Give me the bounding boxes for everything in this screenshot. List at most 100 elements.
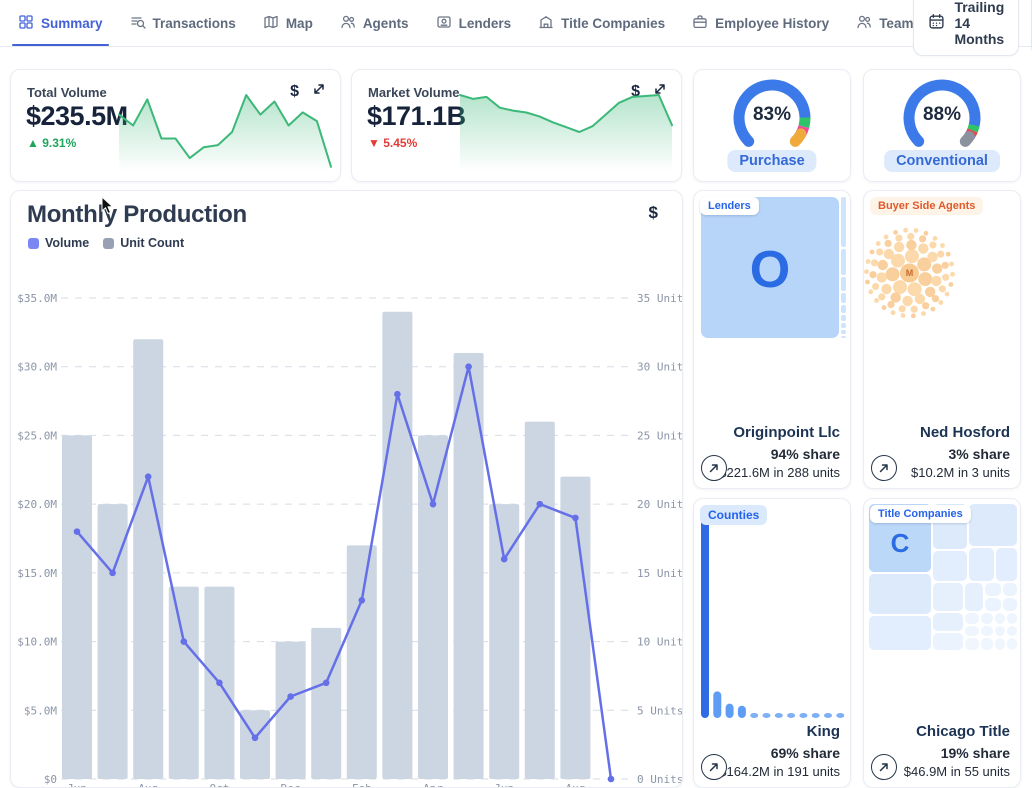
county-bar-5[interactable]	[763, 713, 771, 718]
unit-count-point-12[interactable]	[501, 556, 508, 563]
market-volume-card: Market Volume $171.1B ▼ 5.45% $	[351, 69, 682, 182]
nav-tab-employee-history[interactable]: Employee History	[692, 0, 829, 46]
lender-share: 94% share	[719, 444, 840, 464]
unit-count-point-3[interactable]	[181, 638, 188, 645]
svg-text:25 Units: 25 Units	[637, 429, 683, 442]
nav-tab-title-companies[interactable]: Title Companies	[538, 0, 665, 46]
unit-count-point-13[interactable]	[537, 501, 544, 508]
volume-bar-feb-8[interactable]	[347, 545, 377, 779]
title-companies-treemap[interactable]: C	[869, 504, 1017, 650]
volume-bar-apr-10[interactable]	[418, 435, 448, 779]
lenders-treemap[interactable]: O	[701, 197, 846, 338]
unit-count-point-6[interactable]	[287, 693, 294, 700]
unit-count-point-15[interactable]	[608, 776, 615, 783]
volume-swatch	[28, 238, 39, 249]
legend-unit-count[interactable]: Unit Count	[103, 236, 184, 250]
unit-count-point-1[interactable]	[109, 570, 116, 577]
unit-count-swatch	[103, 238, 114, 249]
kpi-value: $171.1B	[367, 101, 466, 132]
map-icon	[263, 14, 279, 33]
county-bar-9[interactable]	[812, 713, 820, 718]
unit-count-point-7[interactable]	[323, 680, 330, 687]
volume-bar-aug-2[interactable]	[133, 339, 163, 779]
volume-bar-jun-12[interactable]	[489, 504, 519, 779]
county-name: King	[719, 721, 840, 743]
counties-bar-chart[interactable]	[701, 505, 847, 722]
svg-text:0 Units: 0 Units	[637, 773, 683, 786]
total-volume-card: Total Volume $235.5M ▲ 9.31% $	[10, 69, 341, 182]
date-range-button[interactable]: Trailing 14 Months	[913, 0, 1019, 56]
unit-count-point-11[interactable]	[465, 363, 472, 370]
nav-tab-team[interactable]: Team	[856, 0, 913, 46]
unit-count-point-14[interactable]	[572, 515, 579, 522]
unit-count-point-4[interactable]	[216, 680, 223, 687]
nav-actions: Trailing 14 Months Filters	[913, 0, 1032, 56]
volume-bar-jun-0[interactable]	[62, 435, 92, 779]
county-bar-1[interactable]	[713, 691, 721, 718]
county-bar-3[interactable]	[738, 706, 746, 718]
title-company-name: Chicago Title	[904, 721, 1010, 743]
unit-count-point-0[interactable]	[74, 528, 81, 535]
unit-count-point-2[interactable]	[145, 473, 152, 480]
svg-text:$5.0M: $5.0M	[24, 704, 57, 717]
lenders-icon	[436, 14, 452, 33]
svg-text:$25.0M: $25.0M	[17, 429, 57, 442]
counties-open-button[interactable]	[701, 754, 727, 780]
county-bar-7[interactable]	[787, 713, 795, 718]
legend-volume[interactable]: Volume	[28, 236, 89, 250]
briefcase-icon	[692, 14, 708, 33]
arrow-up-right-icon	[878, 761, 890, 773]
unit-count-point-5[interactable]	[252, 734, 259, 741]
svg-text:$15.0M: $15.0M	[17, 567, 57, 580]
county-bar-6[interactable]	[775, 713, 783, 718]
svg-text:Feb: Feb	[352, 782, 372, 788]
svg-text:$20.0M: $20.0M	[17, 498, 57, 511]
svg-text:35 Units: 35 Units	[637, 292, 683, 305]
svg-text:$10.0M: $10.0M	[17, 636, 57, 649]
title-companies-panel: C Title Companies Chicago Title 19% shar…	[863, 498, 1021, 788]
county-bar-2[interactable]	[726, 704, 734, 718]
nav-tab-transactions[interactable]: Transactions	[130, 0, 236, 46]
county-bar-0[interactable]	[701, 513, 709, 718]
volume-bar-jan-7[interactable]	[311, 628, 341, 779]
lenders-open-button[interactable]	[701, 455, 727, 481]
lender-name: Originpoint Llc	[719, 422, 840, 444]
nav-tab-agents[interactable]: Agents	[340, 0, 409, 46]
unit-count-point-9[interactable]	[394, 391, 401, 398]
volume-bar-mar-9[interactable]	[382, 312, 412, 779]
monthly-production-card: Monthly Production Volume Unit Count $ $…	[10, 190, 683, 788]
building-icon	[538, 14, 554, 33]
gauge-value: 88%	[864, 104, 1020, 126]
kpi-value: $235.5M	[26, 101, 128, 132]
unit-count-point-8[interactable]	[359, 597, 366, 604]
volume-bar-jul-13[interactable]	[525, 422, 555, 779]
date-range-label: Trailing 14 Months	[954, 0, 1004, 47]
nav-tab-lenders[interactable]: Lenders	[436, 0, 512, 46]
monthly-production-chart[interactable]: $35.0M35 Units$30.0M30 Units$25.0M25 Uni…	[11, 251, 683, 788]
volume-bar-sep-3[interactable]	[169, 587, 199, 779]
agents-open-button[interactable]	[871, 455, 897, 481]
svg-text:30 Units: 30 Units	[637, 361, 683, 374]
arrow-up-right-icon	[878, 462, 890, 474]
county-bar-11[interactable]	[836, 713, 844, 718]
svg-text:M: M	[906, 268, 914, 278]
agents-bubble-chart[interactable]: M	[864, 191, 1021, 361]
chart-title: Monthly Production	[27, 201, 247, 229]
search-list-icon	[130, 14, 146, 33]
unit-count-point-10[interactable]	[430, 501, 437, 508]
county-bar-4[interactable]	[750, 713, 758, 718]
title-companies-open-button[interactable]	[871, 754, 897, 780]
svg-text:Jun: Jun	[494, 782, 514, 788]
county-bar-8[interactable]	[799, 713, 807, 718]
county-bar-10[interactable]	[824, 713, 832, 718]
nav-tab-summary[interactable]: Summary	[18, 0, 103, 46]
gauge-label-badge: Purchase	[727, 150, 816, 172]
currency-toggle-icon[interactable]: $	[649, 203, 658, 223]
lenders-panel: Lenders O Originpoint Llc 94% share $221…	[693, 190, 851, 489]
nav-tab-map[interactable]: Map	[263, 0, 313, 46]
arrow-up-right-icon	[708, 462, 720, 474]
arrow-up-right-icon	[708, 761, 720, 773]
agent-name: Ned Hosford	[911, 422, 1010, 444]
team-icon	[856, 14, 872, 33]
svg-text:Aug: Aug	[565, 782, 585, 788]
